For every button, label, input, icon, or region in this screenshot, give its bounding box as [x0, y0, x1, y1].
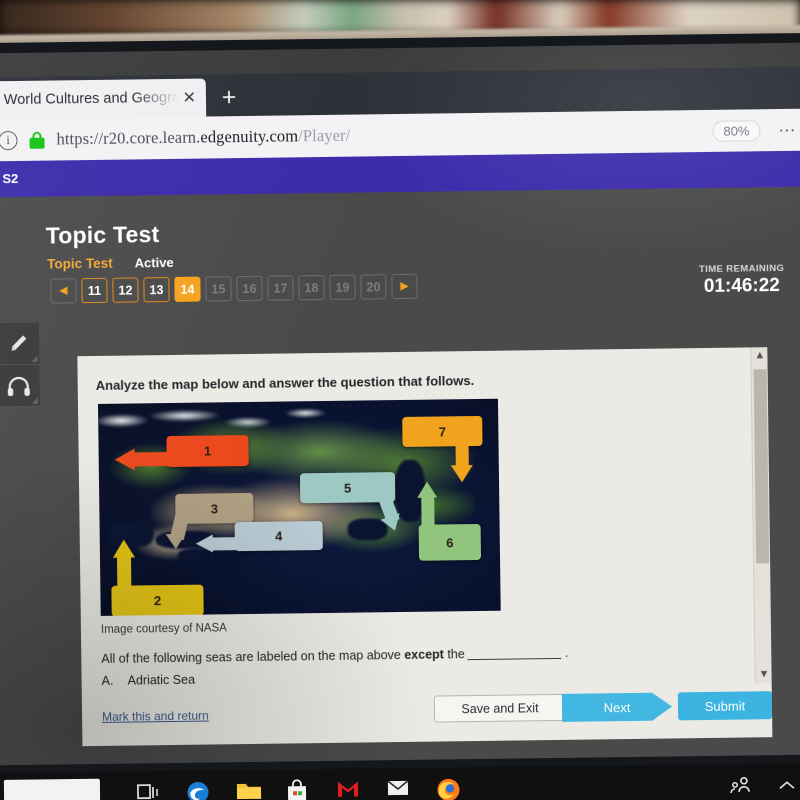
taskbar-items: [136, 777, 460, 800]
stem-end: .: [564, 645, 569, 660]
info-icon[interactable]: i: [0, 130, 18, 150]
submit-button[interactable]: Submit: [677, 691, 773, 721]
pager-item-14[interactable]: 14: [174, 276, 201, 302]
task-view-icon[interactable]: [136, 781, 160, 800]
plus-icon[interactable]: +: [215, 83, 243, 112]
pager-prev-button[interactable]: ◀: [50, 278, 77, 304]
stem-bold: except: [404, 647, 444, 662]
tool-rail: [0, 322, 41, 408]
browser-tab[interactable]: MS World Cultures and Geogra ✕: [0, 78, 207, 120]
gmail-icon[interactable]: [336, 778, 360, 800]
image-credit: Image courtesy of NASA: [100, 622, 227, 636]
people-share-icon[interactable]: [730, 776, 752, 796]
edge-browser-icon[interactable]: [186, 780, 210, 800]
question-pager: ◀ 11 12 13 14 15 16 17 18 19 20 ▶: [50, 273, 418, 304]
answer-blank: [467, 657, 562, 661]
status-badge: Active: [134, 254, 174, 271]
breadcrumb: 11 S2: [0, 170, 19, 187]
url-text[interactable]: https://r20.core.learn.edgenuity.com/Pla…: [56, 126, 350, 150]
timer-value: 01:46:22: [703, 275, 780, 298]
mail-icon[interactable]: [386, 778, 410, 800]
pager-item-17[interactable]: 17: [267, 275, 294, 301]
subheader: Topic Test Active: [47, 255, 174, 272]
laptop-screen-photo: MS World Cultures and Geogra ✕ + i https…: [0, 0, 800, 800]
pager-item-12[interactable]: 12: [112, 277, 139, 303]
highlighter-tool[interactable]: [0, 322, 40, 366]
question-instruction: Analyze the map below and answer the que…: [95, 373, 475, 393]
map-image: 1 2 3 4 5 6 7: [97, 398, 501, 616]
page-title: Topic Test: [45, 221, 160, 249]
tab-title: MS World Cultures and Geogra: [0, 89, 179, 109]
pencil-icon: [11, 334, 27, 351]
close-icon[interactable]: ✕: [182, 88, 196, 108]
question-footer: Mark this and return Save and Exit Next …: [81, 683, 773, 747]
choice-text: Adriatic Sea: [127, 672, 196, 688]
chevron-down-icon[interactable]: ▼: [759, 668, 770, 680]
pager-item-11[interactable]: 11: [81, 277, 108, 304]
timer-label: TIME REMAINING: [698, 262, 785, 276]
system-tray: [730, 775, 796, 796]
pager-item-20[interactable]: 20: [360, 274, 387, 300]
test-player: Topic Test Topic Test Active ◀ 11 12 13 …: [0, 186, 800, 766]
next-button[interactable]: Next: [562, 692, 672, 721]
url-prefix: https://r20.core.learn.: [56, 127, 201, 149]
file-explorer-icon[interactable]: [236, 780, 262, 800]
save-and-exit-button[interactable]: Save and Exit: [433, 693, 567, 723]
pager-item-15[interactable]: 15: [205, 276, 232, 302]
question-stem: All of the following seas are labeled on…: [101, 646, 568, 666]
pager-item-16[interactable]: 16: [236, 275, 263, 302]
stem-before: All of the following seas are labeled on…: [101, 647, 405, 666]
kebab-menu-icon[interactable]: ⋯: [778, 121, 796, 141]
mark-and-return-link[interactable]: Mark this and return: [102, 709, 209, 724]
show-hidden-icons-chevron[interactable]: [778, 778, 796, 792]
callout-label-1: 1: [166, 434, 249, 468]
lock-icon: [29, 131, 45, 149]
pager-item-18[interactable]: 18: [298, 274, 325, 301]
time-remaining: TIME REMAINING 01:46:22: [699, 263, 785, 298]
pager-next-button[interactable]: ▶: [391, 273, 418, 300]
callout-label-7: 7: [402, 415, 483, 447]
map-figure: 1 2 3 4 5 6 7: [97, 398, 501, 616]
firefox-icon[interactable]: [436, 777, 460, 800]
url-domain: edgenuity.com: [200, 126, 299, 147]
chevron-up-icon[interactable]: ▲: [754, 349, 765, 361]
pager-item-13[interactable]: 13: [143, 277, 170, 303]
windows-start-icon[interactable]: [3, 778, 101, 800]
answer-choice-a[interactable]: A. Adriatic Sea: [102, 673, 196, 688]
scrollbar-thumb[interactable]: [753, 369, 770, 564]
microsoft-store-icon[interactable]: [286, 779, 310, 800]
assignment-label: Topic Test: [47, 255, 113, 272]
headphones-icon: [7, 376, 30, 396]
pager-item-19[interactable]: 19: [329, 274, 356, 300]
stem-after: the: [443, 647, 465, 662]
question-scrollbar[interactable]: ▲ ▼: [750, 347, 772, 684]
audio-tool[interactable]: [0, 364, 41, 408]
screen-content: MS World Cultures and Geogra ✕ + i https…: [0, 42, 800, 766]
choice-letter: A.: [101, 673, 114, 688]
callout-label-4: 4: [234, 521, 323, 552]
url-path: /Player/: [298, 125, 351, 146]
zoom-level-badge[interactable]: 80%: [712, 120, 761, 142]
question-panel: Analyze the map below and answer the que…: [77, 347, 773, 747]
